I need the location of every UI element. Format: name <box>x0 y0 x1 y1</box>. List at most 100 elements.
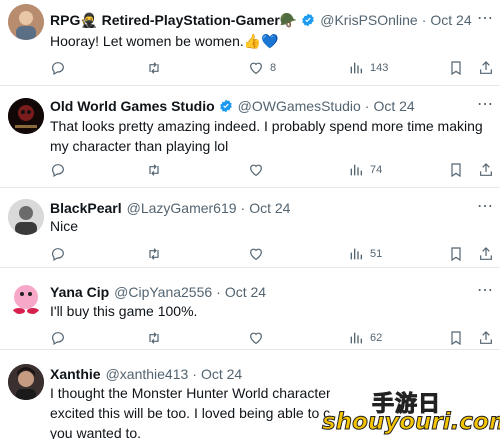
retweet-icon <box>149 62 159 74</box>
tweet-text: I'll buy this game 100%. <box>50 303 198 319</box>
avatar[interactable] <box>8 199 44 235</box>
retweet-button[interactable] <box>146 327 162 349</box>
share-button[interactable] <box>478 243 494 265</box>
separator-dot: · <box>421 12 427 28</box>
bookmark-icon <box>451 247 461 262</box>
reply-icon <box>52 164 64 178</box>
share-button[interactable] <box>478 327 494 349</box>
tweet-text-line: I thought the Monster Hunter World chara… <box>50 385 330 401</box>
author-handle[interactable]: @CipYana2556 <box>114 284 212 300</box>
bookmark-button[interactable] <box>448 159 464 181</box>
separator-dot: · <box>240 200 246 216</box>
retweet-icon <box>149 248 159 260</box>
view-count: 74 <box>370 164 383 176</box>
tweet-header: Xanthie @xanthie413 · Oct 24 <box>50 366 242 382</box>
author-name[interactable]: Old World Games Studio <box>50 98 215 114</box>
author-name[interactable]: RPG🥷 Retired-PlayStation-Gamer🪖 <box>50 12 297 28</box>
tweet-date[interactable]: Oct 24 <box>225 284 266 300</box>
tweet-1[interactable]: RPG🥷 Retired-PlayStation-Gamer🪖 @KrisPSO… <box>0 0 500 86</box>
tweet-date[interactable]: Oct 24 <box>373 98 414 114</box>
tweet-text-line: excited this will be too. I loved being … <box>50 405 330 421</box>
like-button[interactable]: 8 <box>248 57 276 79</box>
tweet-3[interactable]: BlackPearl @LazyGamer619 · Oct 24 ⋯ Nice… <box>0 188 500 268</box>
separator-dot: · <box>216 284 221 300</box>
more-icon[interactable]: ⋯ <box>477 196 494 216</box>
bookmark-icon <box>451 61 461 76</box>
more-icon[interactable]: ⋯ <box>477 94 494 114</box>
author-name[interactable]: Yana Cip <box>50 284 109 300</box>
like-icon <box>250 164 262 177</box>
views-button[interactable]: 143 <box>348 57 388 79</box>
author-name[interactable]: Xanthie <box>50 366 101 382</box>
action-bar: 62 <box>50 327 492 349</box>
action-bar: 74 <box>50 159 492 181</box>
like-icon <box>250 332 262 345</box>
like-icon <box>250 248 262 261</box>
reply-button[interactable] <box>50 159 66 181</box>
tweet-header: Yana Cip @CipYana2556 · Oct 24 <box>50 284 266 300</box>
tweet-header: BlackPearl @LazyGamer619 · Oct 24 <box>50 200 290 216</box>
retweet-icon <box>149 164 159 176</box>
tweet-text-line: you wanted to. <box>50 425 142 439</box>
reply-button[interactable] <box>50 243 66 265</box>
avatar[interactable] <box>8 280 44 316</box>
author-handle[interactable]: @xanthie413 <box>106 366 189 382</box>
avatar[interactable] <box>8 364 44 400</box>
views-button[interactable]: 74 <box>348 159 382 181</box>
tweet-4[interactable]: Yana Cip @CipYana2556 · Oct 24 ⋯ I'll bu… <box>0 268 500 350</box>
like-count: 8 <box>270 62 277 74</box>
reply-icon <box>52 248 64 262</box>
verified-icon <box>219 99 232 113</box>
reply-button[interactable] <box>50 327 66 349</box>
author-name[interactable]: BlackPearl <box>50 200 122 216</box>
author-handle[interactable]: @KrisPSOnline <box>320 12 417 28</box>
more-icon[interactable]: ⋯ <box>477 280 494 300</box>
action-bar: 51 <box>50 243 492 265</box>
retweet-button[interactable] <box>146 159 162 181</box>
reply-icon <box>52 332 64 346</box>
bookmark-icon <box>451 331 461 346</box>
tweet-text: That looks pretty amazing indeed. I prob… <box>50 118 483 154</box>
avatar[interactable] <box>8 4 44 40</box>
tweet-2[interactable]: Old World Games Studio @OWGamesStudio · … <box>0 86 500 188</box>
more-icon[interactable]: ⋯ <box>477 8 494 28</box>
separator-dot: · <box>364 98 370 114</box>
views-icon <box>350 164 362 176</box>
tweet-header: Old World Games Studio @OWGamesStudio · … <box>50 98 415 114</box>
tweet-date[interactable]: Oct 24 <box>201 366 242 382</box>
verified-icon <box>302 13 315 27</box>
like-button[interactable] <box>248 159 264 181</box>
bookmark-icon <box>451 163 461 178</box>
share-button[interactable] <box>478 159 494 181</box>
view-count: 143 <box>370 62 389 74</box>
share-icon <box>480 331 492 344</box>
views-button[interactable]: 62 <box>348 327 382 349</box>
share-icon <box>480 163 492 176</box>
retweet-button[interactable] <box>146 243 162 265</box>
bookmark-button[interactable] <box>448 57 464 79</box>
tweet-date[interactable]: Oct 24 <box>249 200 290 216</box>
action-bar: 8 143 <box>50 57 492 79</box>
bookmark-button[interactable] <box>448 327 464 349</box>
watermark-en: shouyouri.com <box>322 409 500 436</box>
retweet-button[interactable] <box>146 57 162 79</box>
avatar[interactable] <box>8 98 44 134</box>
reply-icon <box>52 62 64 76</box>
author-handle[interactable]: @LazyGamer619 <box>127 200 237 216</box>
like-button[interactable] <box>248 243 264 265</box>
bookmark-button[interactable] <box>448 243 464 265</box>
views-icon <box>350 62 362 74</box>
separator-dot: · <box>192 366 197 382</box>
reply-button[interactable] <box>50 57 66 79</box>
like-icon <box>250 62 262 75</box>
like-button[interactable] <box>248 327 264 349</box>
watermark: 手游日 shouyouri.com <box>316 386 500 439</box>
author-handle[interactable]: @OWGamesStudio <box>238 98 361 114</box>
view-count: 51 <box>370 248 383 260</box>
share-button[interactable] <box>478 57 494 79</box>
tweet-date[interactable]: Oct 24 <box>430 12 471 28</box>
retweet-icon <box>149 332 159 344</box>
tweet-text: I thought the Monster Hunter World chara… <box>50 383 330 439</box>
views-button[interactable]: 51 <box>348 243 382 265</box>
share-icon <box>480 247 492 260</box>
